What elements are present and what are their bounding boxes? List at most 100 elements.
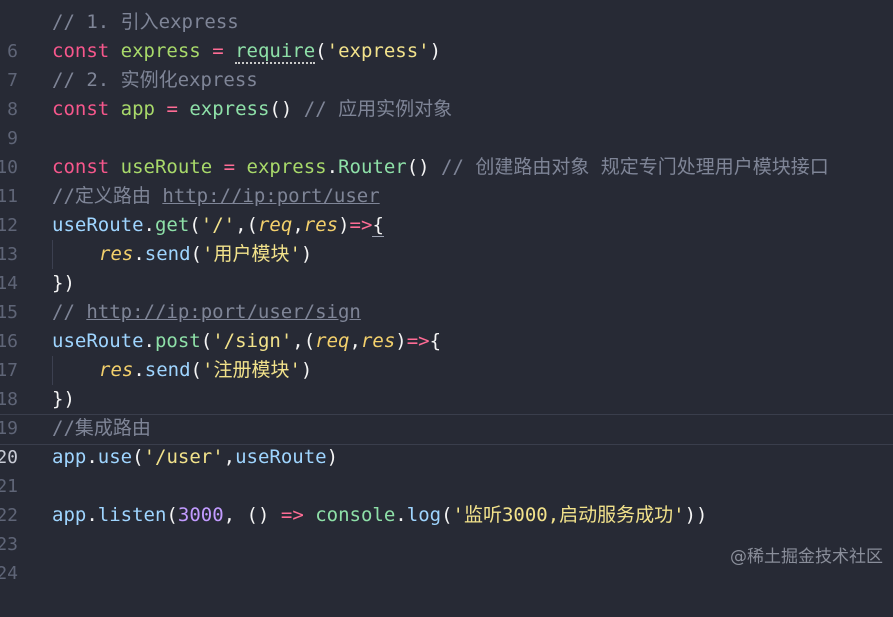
object-name: useRoute bbox=[52, 214, 144, 236]
comment: //集成路由 bbox=[52, 417, 151, 439]
function-name: require bbox=[235, 40, 316, 64]
variable: app bbox=[120, 98, 155, 120]
punctuation: , bbox=[292, 330, 304, 352]
punctuation: . bbox=[326, 156, 339, 178]
closing-brace: }) bbox=[52, 388, 75, 410]
function-name: listen bbox=[97, 504, 167, 526]
parameter: res bbox=[303, 214, 339, 236]
function-name: send bbox=[144, 359, 191, 381]
code-line[interactable]: 11 const useRoute = express.Router() // … bbox=[0, 153, 893, 207]
watermark: @稀土掘金技术社区 bbox=[730, 547, 883, 567]
variable: useRoute bbox=[120, 156, 213, 178]
brace: { bbox=[372, 214, 384, 237]
code-line[interactable]: 18 res.send('注册模块') bbox=[0, 356, 893, 410]
punctuation: ( bbox=[200, 330, 213, 352]
object-name: console bbox=[315, 504, 396, 526]
code-line[interactable]: 9 const app = express() // 应用实例对象 bbox=[0, 95, 893, 149]
code-line[interactable]: 13 useRoute.get('/',(req,res)=>{ bbox=[0, 211, 893, 265]
brace: { bbox=[429, 330, 442, 352]
function-name: log bbox=[406, 504, 442, 526]
arrow-operator: => bbox=[406, 330, 430, 352]
object-name: app bbox=[52, 504, 87, 526]
punctuation: ( bbox=[132, 446, 144, 468]
punctuation: ( bbox=[441, 504, 453, 526]
function-name: get bbox=[154, 214, 190, 236]
variable: express bbox=[120, 40, 201, 62]
punctuation: ) bbox=[338, 214, 350, 236]
string-literal: '注册模块' bbox=[202, 359, 301, 381]
punctuation: . bbox=[143, 330, 155, 352]
punctuation: . bbox=[143, 214, 155, 236]
code-line[interactable]: 15 }) bbox=[0, 269, 893, 323]
parameter: res bbox=[360, 330, 396, 352]
variable: useRoute bbox=[235, 446, 327, 468]
punctuation: ) bbox=[300, 243, 313, 265]
function-name: post bbox=[154, 330, 201, 352]
parameter: req bbox=[257, 214, 293, 236]
code-line[interactable]: 23 app.listen(3000, () => console.log('监… bbox=[0, 501, 893, 555]
keyword: const bbox=[52, 156, 110, 178]
code-line[interactable]: 16 // http://ip:port/user/sign bbox=[0, 298, 893, 352]
code-line[interactable]: 17 useRoute.post('/sign',(req,res)=>{ bbox=[0, 327, 893, 381]
code-line[interactable]: 10 bbox=[0, 124, 893, 178]
punctuation: ) bbox=[300, 359, 313, 381]
function-name: Router bbox=[338, 156, 407, 178]
function-name: send bbox=[144, 243, 191, 265]
string-literal: '用户模块' bbox=[202, 243, 301, 265]
code-line[interactable]: 21 app.use('/user',useRoute) bbox=[0, 443, 893, 497]
punctuation: ) bbox=[429, 40, 442, 62]
comment-link[interactable]: http://ip:port/user/sign bbox=[86, 301, 361, 323]
punctuation: ( bbox=[190, 243, 202, 265]
string-literal: '/sign' bbox=[212, 330, 293, 352]
function-name: express bbox=[189, 98, 270, 120]
punctuation: ) bbox=[326, 446, 339, 468]
punctuation: , bbox=[235, 214, 247, 236]
operator: = bbox=[212, 40, 224, 62]
indent-guide bbox=[52, 356, 99, 385]
comment: //定义路由 bbox=[52, 185, 163, 207]
keyword: const bbox=[52, 98, 110, 120]
function-name: use bbox=[97, 446, 133, 468]
code-line[interactable]: 12 //定义路由 http://ip:port/user bbox=[0, 182, 893, 236]
object-name: useRoute bbox=[52, 330, 144, 352]
object-name: app bbox=[52, 446, 87, 468]
object-name: express bbox=[246, 156, 327, 178]
string-literal: '监听3000,启动服务成功' bbox=[452, 504, 685, 526]
comment: // 2. 实例化express bbox=[52, 69, 258, 91]
punctuation: () bbox=[246, 504, 270, 526]
punctuation: () bbox=[406, 156, 430, 178]
code-line[interactable]: 7 const express = require('express') bbox=[0, 37, 893, 91]
comment-link[interactable]: http://ip:port/user bbox=[162, 185, 379, 207]
code-line[interactable]: 6 // 1. 引入express bbox=[0, 8, 893, 62]
punctuation: ( bbox=[166, 504, 178, 526]
code-line[interactable]: 22 bbox=[0, 472, 893, 526]
operator: = bbox=[166, 98, 178, 120]
code-editor[interactable]: 6 // 1. 引入express 7 const express = requ… bbox=[0, 0, 893, 584]
code-line[interactable]: 19 }) bbox=[0, 385, 893, 439]
punctuation: . bbox=[133, 359, 145, 381]
punctuation: . bbox=[86, 446, 98, 468]
punctuation: () bbox=[269, 98, 293, 120]
comment: // 创建路由对象 规定专门处理用户模块接口 bbox=[441, 156, 829, 178]
punctuation: ) bbox=[395, 330, 407, 352]
punctuation: ( bbox=[246, 214, 258, 236]
code-line-active[interactable]: 20 //集成路由 bbox=[0, 414, 893, 468]
code-line[interactable]: 8 // 2. 实例化express bbox=[0, 66, 893, 120]
comment: // 应用实例对象 bbox=[303, 98, 453, 120]
object-name: res bbox=[99, 243, 134, 265]
string-literal: '/user' bbox=[143, 446, 224, 468]
comment: // 1. 引入express bbox=[52, 11, 239, 33]
punctuation: )) bbox=[684, 504, 708, 526]
comment: // bbox=[52, 301, 87, 323]
indent-guide bbox=[52, 240, 99, 269]
punctuation: ( bbox=[189, 214, 201, 236]
string-literal: 'express' bbox=[326, 40, 430, 62]
parameter: req bbox=[315, 330, 350, 352]
line-number: 24 bbox=[0, 563, 18, 584]
punctuation: . bbox=[86, 504, 98, 526]
code-line[interactable]: 14 res.send('用户模块') bbox=[0, 240, 893, 294]
punctuation: ( bbox=[190, 359, 202, 381]
punctuation: . bbox=[395, 504, 407, 526]
punctuation: , bbox=[223, 504, 247, 526]
operator: = bbox=[223, 156, 236, 178]
